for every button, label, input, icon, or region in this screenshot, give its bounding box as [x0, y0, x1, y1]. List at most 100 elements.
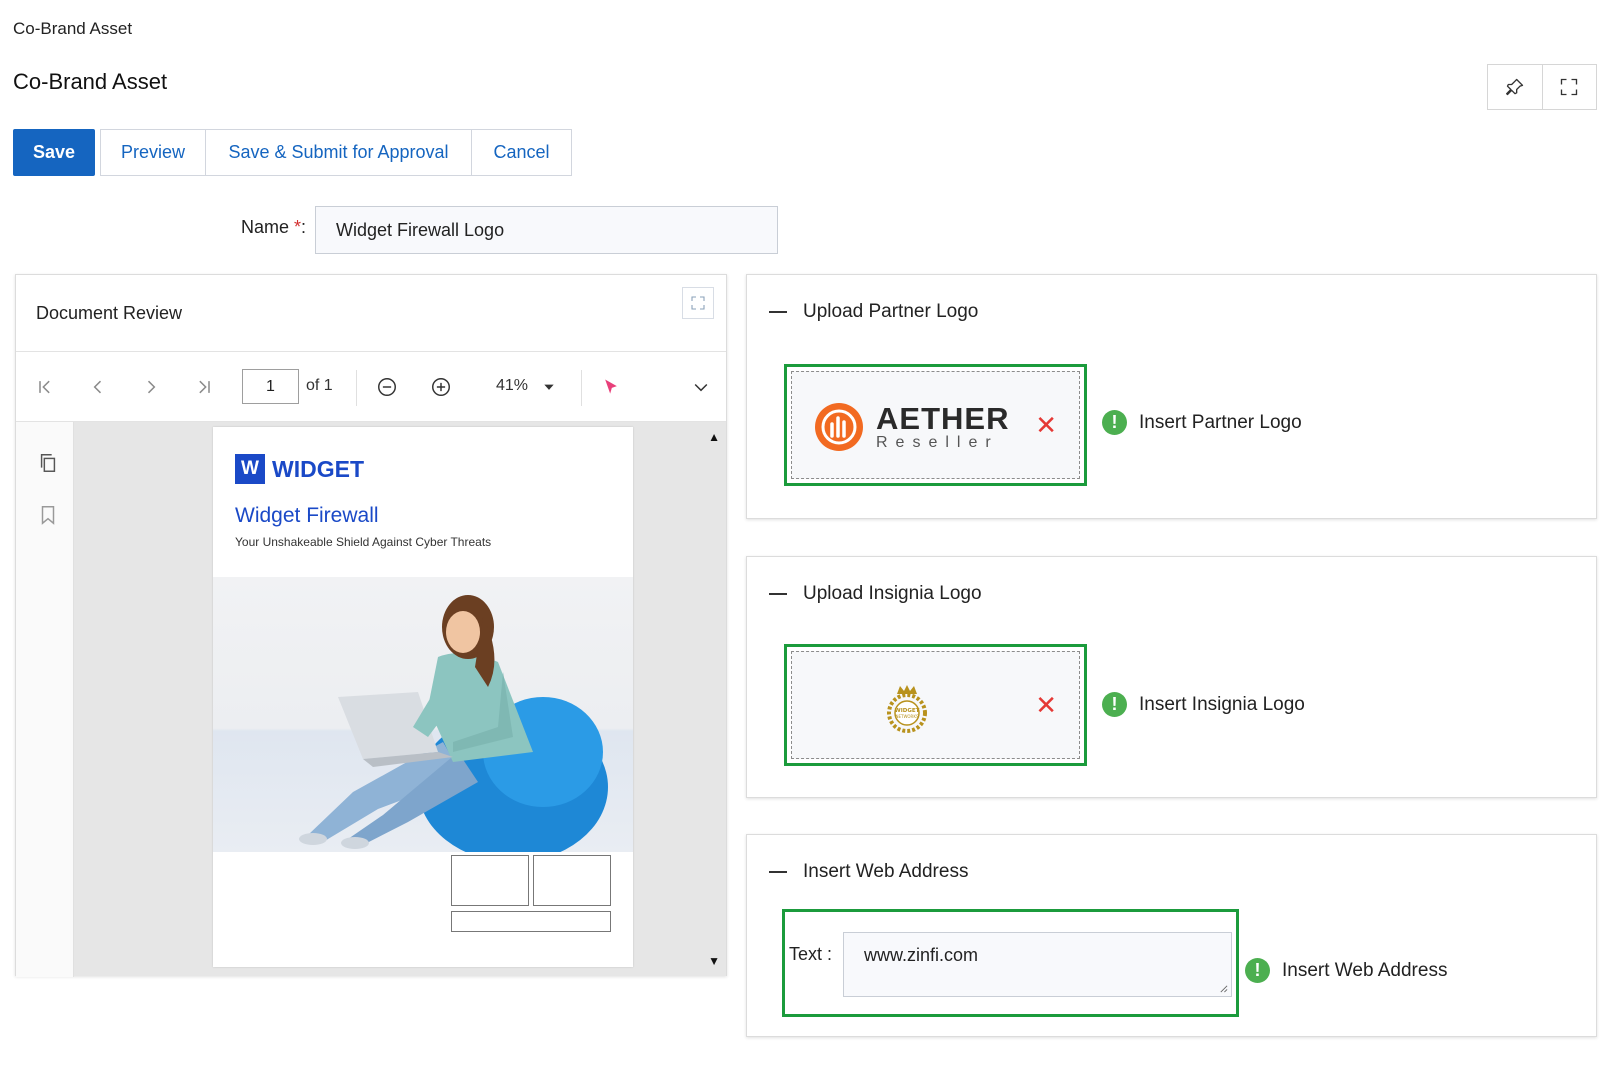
insignia-logo-hint-text: Insert Insignia Logo: [1139, 693, 1305, 715]
aether-name: AETHER: [876, 400, 1010, 436]
select-tool-button[interactable]: [596, 352, 626, 422]
placeholder-box: [451, 855, 529, 906]
document-review-title: Document Review: [36, 303, 183, 323]
last-page-icon: [199, 380, 210, 394]
insignia-logo-hint: ! Insert Insignia Logo: [1102, 692, 1305, 717]
web-address-header[interactable]: Insert Web Address: [769, 861, 968, 883]
collapse-icon: [769, 871, 787, 873]
insignia-logo-panel: Upload Insignia Logo WIDGET NETWORKS ✕ !…: [746, 556, 1597, 798]
prev-page-button[interactable]: [83, 352, 113, 422]
partner-logo-header[interactable]: Upload Partner Logo: [769, 301, 978, 323]
name-label-text: Name: [241, 217, 290, 237]
brand-mark: W: [235, 454, 265, 484]
resize-handle-icon[interactable]: [1219, 984, 1228, 993]
insignia-logo-preview: WIDGET NETWORKS ✕: [791, 651, 1080, 759]
partner-logo-preview: AETHER Reseller ✕: [791, 371, 1080, 479]
bookmark-icon[interactable]: [37, 504, 59, 526]
pin-button[interactable]: [1488, 65, 1542, 109]
partner-logo-hint: ! Insert Partner Logo: [1102, 410, 1302, 435]
partner-logo-dropzone[interactable]: AETHER Reseller ✕: [784, 364, 1087, 486]
save-submit-button[interactable]: Save & Submit for Approval: [206, 129, 472, 176]
seal-text-bottom: NETWORKS: [895, 714, 918, 719]
zoom-in-icon: [432, 378, 450, 396]
warning-icon: !: [1102, 410, 1127, 435]
name-label-colon: :: [301, 217, 307, 237]
zoom-out-icon: [378, 378, 396, 396]
web-address-hint-text: Insert Web Address: [1282, 959, 1448, 981]
fullscreen-button[interactable]: [1541, 65, 1597, 109]
page-number-input[interactable]: 1: [242, 369, 299, 404]
scroll-down-arrow[interactable]: ▼: [708, 954, 720, 968]
hero-image: [213, 577, 633, 852]
thumbnails-icon[interactable]: [37, 452, 59, 474]
pin-icon: [1505, 78, 1523, 96]
document-page: W WIDGET Widget Firewall Your Unshakeabl…: [213, 427, 633, 967]
caret-down-icon: [544, 384, 554, 390]
cursor-icon: [605, 379, 617, 394]
zoom-in-button[interactable]: [426, 352, 456, 422]
remove-partner-logo-icon[interactable]: ✕: [1035, 412, 1057, 438]
web-address-panel: Insert Web Address Text : www.zinfi.com …: [746, 834, 1597, 1037]
first-page-icon: [39, 380, 50, 394]
aether-logo: AETHER Reseller: [814, 402, 1009, 452]
cancel-button[interactable]: Cancel: [472, 129, 572, 176]
partner-logo-title: Upload Partner Logo: [803, 301, 979, 322]
zoom-out-button[interactable]: [372, 352, 402, 422]
chevron-right-icon: [147, 380, 156, 394]
name-input-value: Widget Firewall Logo: [336, 219, 505, 240]
brand-name: WIDGET: [272, 455, 364, 482]
viewer-toolbar: 1 of 1 41%: [16, 351, 726, 421]
name-input[interactable]: Widget Firewall Logo: [315, 206, 778, 254]
more-options-button[interactable]: [686, 352, 716, 422]
save-button[interactable]: Save: [13, 129, 95, 176]
scroll-up-arrow[interactable]: ▲: [708, 430, 720, 444]
remove-insignia-logo-icon[interactable]: ✕: [1035, 692, 1057, 718]
web-address-box: Text : www.zinfi.com: [782, 909, 1239, 1017]
product-title: Widget Firewall: [235, 504, 379, 527]
next-page-button[interactable]: [136, 352, 166, 422]
toolbar-divider: [356, 370, 357, 406]
fullscreen-icon: [1561, 78, 1578, 96]
document-viewport: ▲ ▼ W WIDGET Widget Firewall Your Unshak…: [16, 421, 726, 977]
web-address-label: Text :: [789, 944, 833, 964]
web-address-title: Insert Web Address: [803, 861, 969, 882]
last-page-button[interactable]: [189, 352, 219, 422]
preview-button[interactable]: Preview: [100, 129, 206, 176]
aether-sub: Reseller: [876, 433, 999, 451]
insignia-logo-title: Upload Insignia Logo: [803, 583, 982, 604]
viewer-side-rail: [16, 422, 74, 977]
placeholder-box: [533, 855, 611, 906]
collapse-icon: [769, 593, 787, 595]
zoom-level: 41%: [496, 377, 529, 394]
chevron-down-icon: [694, 383, 708, 392]
placeholder-box: [451, 911, 611, 932]
aether-logo-icon: [815, 403, 863, 451]
insignia-seal-icon: WIDGET NETWORKS: [887, 685, 927, 733]
partner-logo-hint-text: Insert Partner Logo: [1139, 411, 1302, 433]
name-label: Name *:: [241, 217, 306, 238]
breadcrumb: Co-Brand Asset: [13, 19, 133, 38]
document-review-panel: Document Review 1 of 1 41% ▲ ▼ W WIDGET …: [15, 274, 727, 977]
brand-logo: W WIDGET: [235, 454, 364, 484]
web-address-value: www.zinfi.com: [864, 945, 979, 965]
expand-icon: [691, 296, 705, 310]
web-address-textarea[interactable]: www.zinfi.com: [843, 932, 1232, 997]
required-mark: *: [294, 217, 302, 237]
insignia-logo-header[interactable]: Upload Insignia Logo: [769, 583, 982, 605]
page-count: of 1: [306, 377, 333, 394]
action-bar: Save Preview Save & Submit for Approval …: [13, 129, 572, 176]
page-title: Co-Brand Asset: [13, 69, 168, 94]
toolbar-divider: [581, 370, 582, 406]
zoom-dropdown-button[interactable]: [534, 352, 564, 422]
chevron-left-icon: [93, 380, 102, 394]
web-address-hint: ! Insert Web Address: [1245, 958, 1447, 983]
warning-icon: !: [1245, 958, 1270, 983]
collapse-icon: [769, 311, 787, 313]
insignia-logo-dropzone[interactable]: WIDGET NETWORKS ✕: [784, 644, 1087, 766]
document-expand-button[interactable]: [682, 287, 714, 319]
partner-logo-panel: Upload Partner Logo AETHER Reseller ✕ ! …: [746, 274, 1597, 519]
product-subtitle: Your Unshakeable Shield Against Cyber Th…: [235, 535, 492, 549]
first-page-button[interactable]: [30, 352, 60, 422]
top-actions: [1487, 64, 1597, 110]
warning-icon: !: [1102, 692, 1127, 717]
